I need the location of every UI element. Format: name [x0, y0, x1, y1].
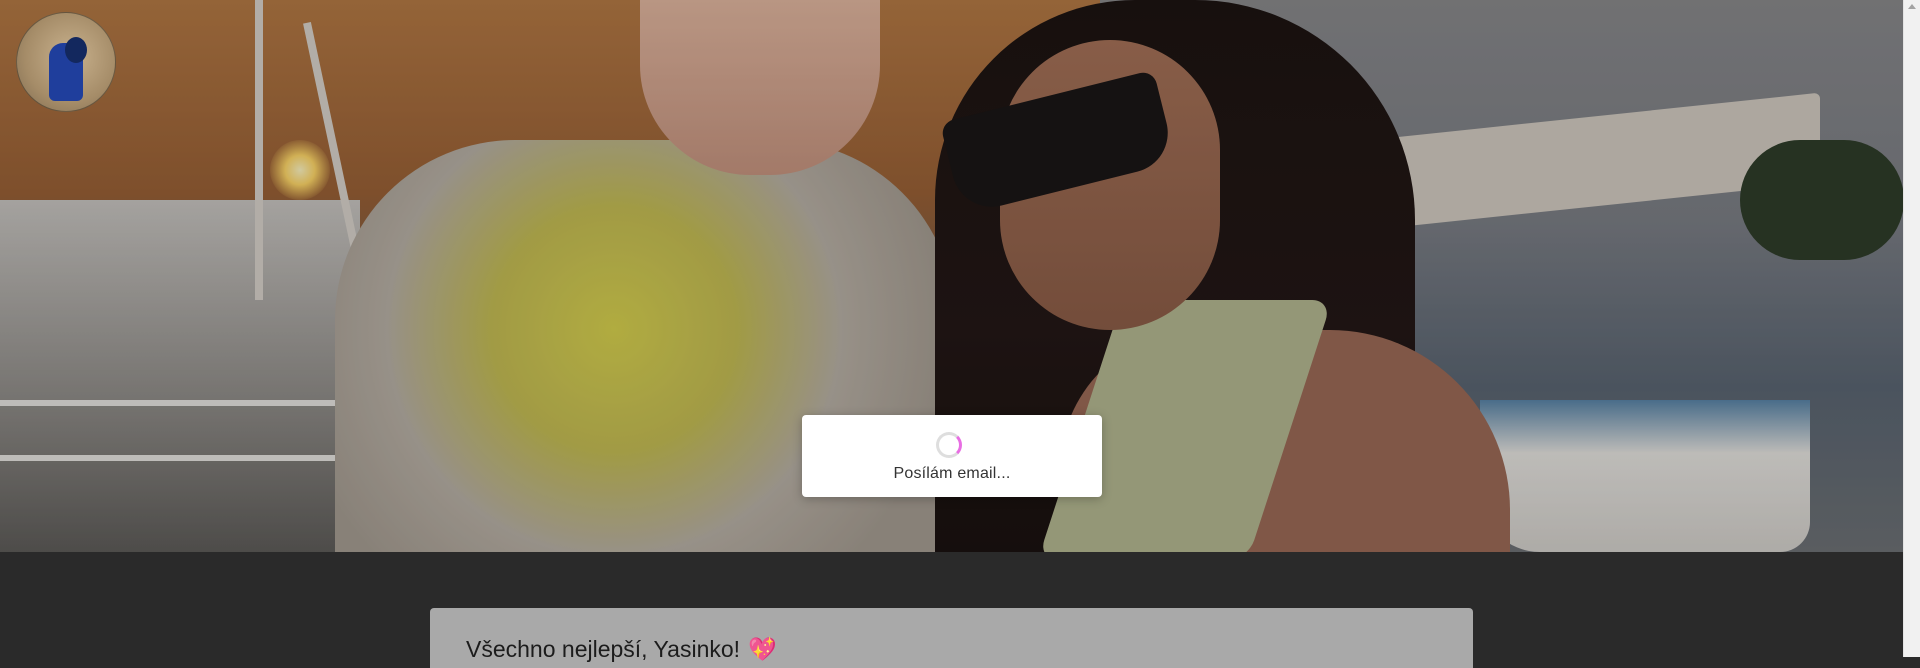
loading-dialog: Posílám email... [802, 415, 1102, 497]
vertical-scrollbar[interactable] [1903, 0, 1920, 657]
avatar [16, 12, 116, 112]
chevron-up-icon[interactable] [1908, 4, 1916, 9]
loading-spinner-icon [936, 432, 962, 458]
loading-message: Posílám email... [893, 465, 1011, 482]
card-title-text: Všechno nejlepší, Yasinko! [466, 636, 741, 662]
card-title: Všechno nejlepší, Yasinko! 💖 [466, 636, 777, 663]
avatar-figure [65, 37, 87, 63]
heart-icon: 💖 [748, 636, 777, 662]
message-card: Všechno nejlepší, Yasinko! 💖 [430, 608, 1473, 668]
